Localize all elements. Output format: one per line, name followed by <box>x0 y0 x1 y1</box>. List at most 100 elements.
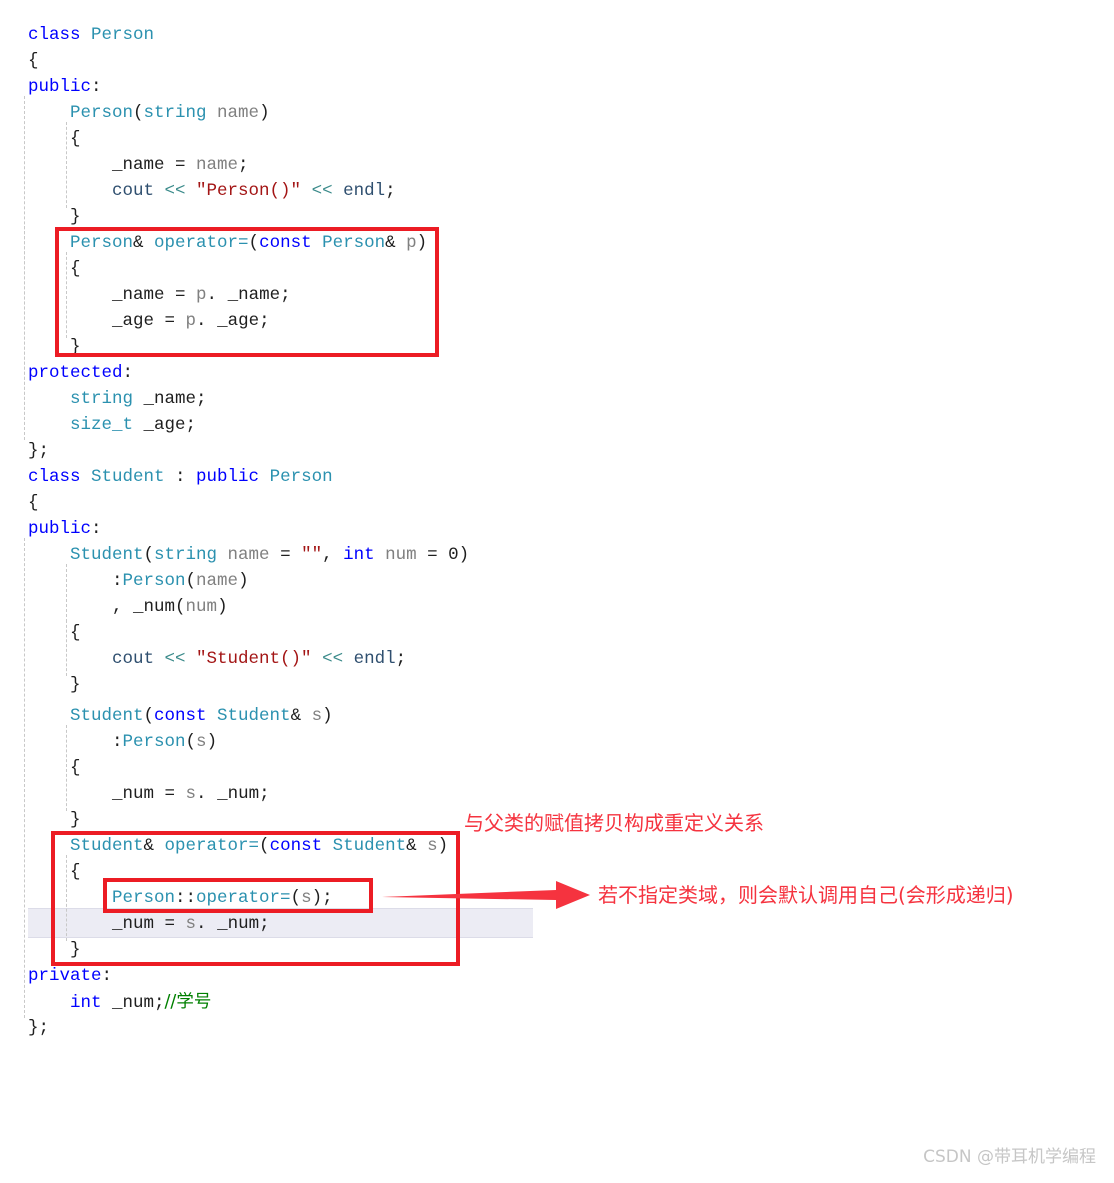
token-ident: name <box>196 571 239 591</box>
token-plain: _num <box>133 597 176 617</box>
code-line-28[interactable]: :Person(s) <box>0 729 217 755</box>
token-op: << <box>311 649 354 669</box>
code-line-39[interactable]: }; <box>0 1015 49 1041</box>
token-cmt: //学号 <box>164 992 212 1012</box>
token-ident: name <box>206 103 260 123</box>
token-type: Student <box>217 706 291 726</box>
code-line-21[interactable]: Student(string name = "", int num = 0) <box>0 542 469 568</box>
code-line-18[interactable]: class Student : public Person <box>0 464 333 490</box>
annotation-box-scope-qualified-call <box>103 878 373 913</box>
token-plain: ( <box>143 545 155 565</box>
token-ident: s <box>196 732 207 752</box>
token-op: << <box>164 181 197 201</box>
token-plain: ) <box>322 706 333 726</box>
code-line-6[interactable]: _name = name; <box>0 152 249 178</box>
code-line-15[interactable]: string _name; <box>0 386 207 412</box>
token-ident: name <box>217 545 281 565</box>
token-type: size_t <box>70 415 134 435</box>
token-op: << <box>164 649 197 669</box>
token-plain: ) <box>217 597 228 617</box>
token-str: "Student()" <box>196 649 312 669</box>
token-plain: ( <box>185 571 197 591</box>
token-kw: class <box>28 467 92 487</box>
token-type: Student <box>70 545 144 565</box>
token-plain: ; <box>238 155 249 175</box>
token-plain: : <box>112 732 123 752</box>
token-plain: , <box>112 597 134 617</box>
code-line-16[interactable]: size_t _age; <box>0 412 196 438</box>
token-plain: : <box>101 966 113 986</box>
code-line-30[interactable]: _num = s. _num; <box>0 781 270 807</box>
token-plain: } <box>70 675 81 695</box>
token-ident: s <box>311 706 323 726</box>
token-plain: ) <box>458 545 470 565</box>
code-line-31[interactable]: } <box>0 807 81 833</box>
token-plain: & <box>290 706 312 726</box>
token-stream: endl <box>343 181 386 201</box>
token-type: Student <box>70 706 144 726</box>
token-type: Person <box>269 467 333 487</box>
code-line-19[interactable]: { <box>0 490 39 516</box>
token-plain: ( <box>185 732 197 752</box>
token-plain: ) <box>238 571 249 591</box>
token-plain: 0 <box>448 545 459 565</box>
token-kw: int <box>343 545 375 565</box>
token-plain: _num <box>112 784 165 804</box>
code-line-4[interactable]: Person(string name) <box>0 100 270 126</box>
token-stream: endl <box>353 649 396 669</box>
code-line-20[interactable]: public: <box>0 516 102 542</box>
token-stream: cout <box>112 181 165 201</box>
code-editor-canvas[interactable]: class Person{public: Person(string name){… <box>0 0 1114 1060</box>
token-plain: ; <box>259 784 270 804</box>
code-line-22[interactable]: :Person(name) <box>0 568 249 594</box>
token-plain: }; <box>28 1018 50 1038</box>
token-op: << <box>301 181 344 201</box>
token-kw: public <box>28 77 92 97</box>
token-plain: _age; <box>133 415 197 435</box>
code-line-14[interactable]: protected: <box>0 360 133 386</box>
token-type: Person <box>91 25 155 45</box>
token-ident: name <box>196 155 239 175</box>
token-type: Person <box>122 571 186 591</box>
code-line-29[interactable]: { <box>0 755 81 781</box>
code-line-23[interactable]: , _num(num) <box>0 594 228 620</box>
code-line-3[interactable]: public: <box>0 74 102 100</box>
token-type: Person <box>122 732 186 752</box>
token-kw: private <box>28 966 102 986</box>
token-plain: = <box>164 784 186 804</box>
token-plain: { <box>70 623 81 643</box>
token-kw: public <box>28 519 92 539</box>
token-plain: = <box>280 545 302 565</box>
csdn-watermark: CSDN @带耳机学编程 <box>923 1147 1096 1167</box>
token-kw: int <box>70 993 102 1013</box>
token-plain: { <box>28 493 39 513</box>
annotation-arrow-icon <box>382 881 590 909</box>
token-kw: protected <box>28 363 123 383</box>
token-kw: class <box>28 25 92 45</box>
code-line-26[interactable]: } <box>0 672 81 698</box>
token-plain: }; <box>28 441 50 461</box>
token-str: "Person()" <box>196 181 302 201</box>
token-plain: { <box>28 51 39 71</box>
code-line-17[interactable]: }; <box>0 438 49 464</box>
code-line-2[interactable]: { <box>0 48 39 74</box>
token-plain: } <box>70 810 81 830</box>
code-line-27[interactable]: Student(const Student& s) <box>0 703 333 729</box>
token-plain: : <box>91 77 102 97</box>
token-plain: ; <box>385 181 396 201</box>
token-stream: cout <box>112 649 165 669</box>
token-plain: ( <box>133 103 144 123</box>
code-line-37[interactable]: private: <box>0 963 112 989</box>
code-line-38[interactable]: int _num;//学号 <box>0 989 211 1015</box>
code-line-7[interactable]: cout << "Person()" << endl; <box>0 178 396 204</box>
token-plain: : <box>164 467 197 487</box>
token-plain: = <box>427 545 449 565</box>
token-plain: . <box>196 784 218 804</box>
code-line-1[interactable]: class Person <box>0 22 154 48</box>
token-kw: public <box>196 467 270 487</box>
token-str: "" <box>301 545 323 565</box>
code-line-5[interactable]: { <box>0 126 81 152</box>
code-line-25[interactable]: cout << "Student()" << endl; <box>0 646 406 672</box>
code-line-24[interactable]: { <box>0 620 81 646</box>
token-plain: : <box>112 571 123 591</box>
